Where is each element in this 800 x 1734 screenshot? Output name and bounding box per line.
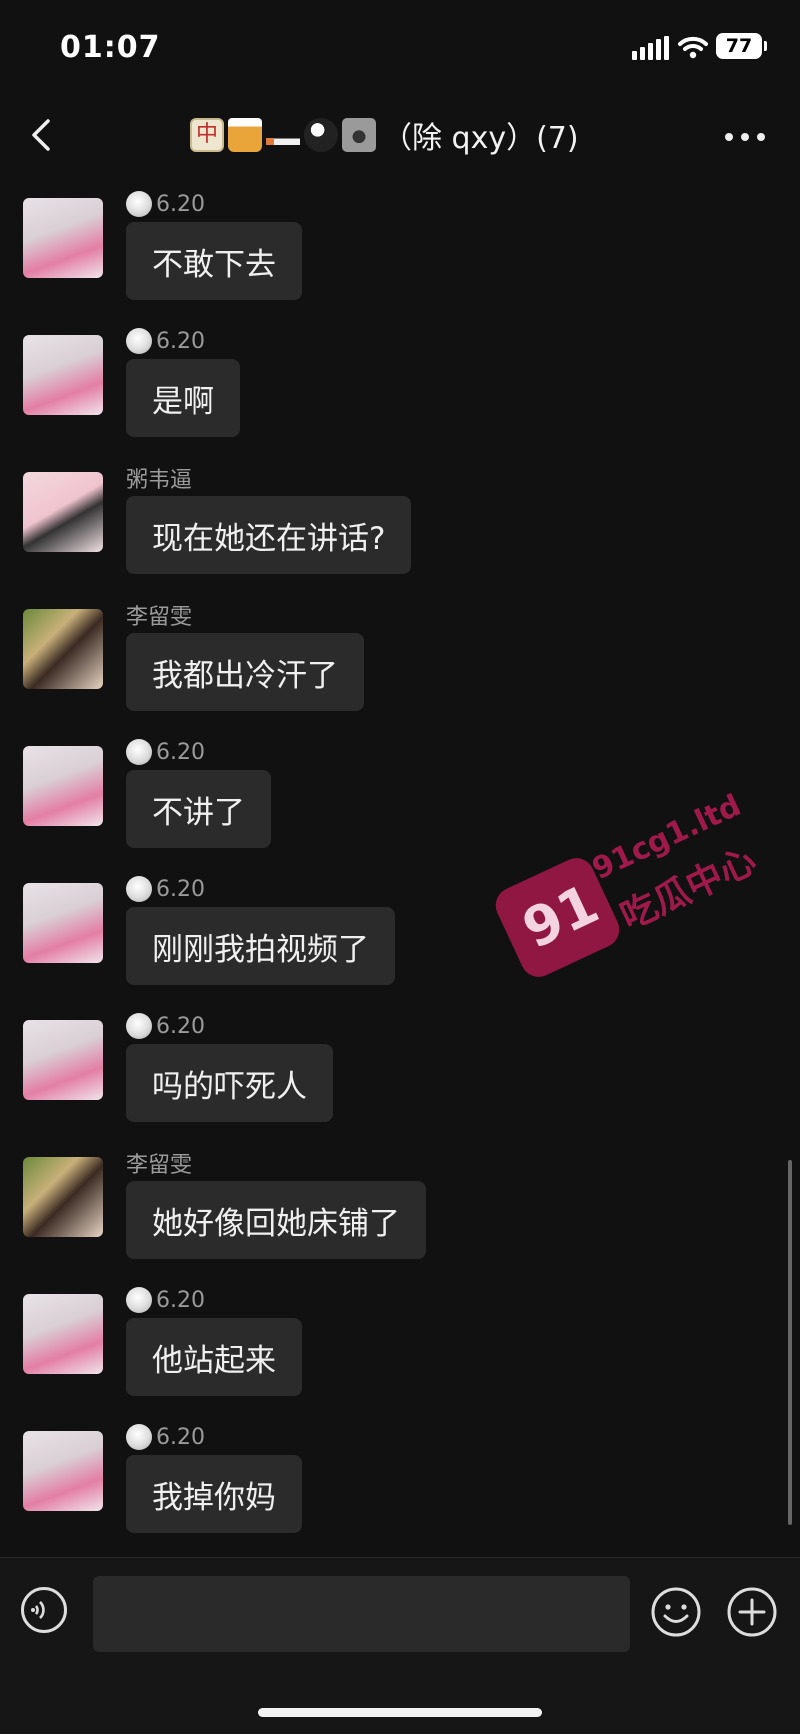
group-title[interactable]: 中 （除 qxy）(7) [190,113,579,157]
message-bubble[interactable]: 是啊 [126,359,240,437]
message-bubble[interactable]: 刚刚我拍视频了 [126,907,395,985]
emoji-icon[interactable] [650,1586,702,1638]
8-ball-icon [304,118,338,152]
add-attachment-icon[interactable] [726,1586,778,1638]
rice-ball-badge-icon [126,191,152,217]
message-bubble[interactable]: 她好像回她床铺了 [126,1181,426,1259]
beer-mug-icon [228,118,262,152]
message-item: 李留雯 她好像回她床铺了 [0,1139,780,1259]
message-bubble[interactable]: 现在她还在讲话? [126,496,412,574]
message-input[interactable] [93,1576,630,1652]
sender-name: 李留雯 [126,605,193,630]
message-item: 6.20 是啊 [0,317,780,437]
message-item: 李留雯 我都出冷汗了 [0,591,780,711]
more-options-icon[interactable] [725,133,765,143]
message-bubble[interactable]: 吗的吓死人 [126,1044,333,1122]
message-item: 6.20 刚刚我拍视频了 [0,865,780,985]
message-bubble[interactable]: 我都出冷汗了 [126,633,364,711]
scrollbar[interactable] [788,1160,792,1525]
sender-name: 6.20 [126,327,205,355]
message-list[interactable]: 6.20 不敢下去 6.20 是啊 粥韦逼 现在她还在讲话? 李留雯 我都出冷汗… [0,180,800,1555]
input-bar [0,1557,800,1734]
message-item: 6.20 吗的吓死人 [0,1002,780,1122]
wifi-icon [678,36,708,59]
sender-name: 粥韦逼 [126,468,193,493]
message-bubble[interactable]: 我掉你妈 [126,1455,302,1533]
sender-name: 李留雯 [126,1153,193,1178]
mahjong-tile-icon: 中 [190,118,224,152]
sender-name: 6.20 [126,875,205,903]
rice-ball-badge-icon [126,328,152,354]
message-item: 6.20 我掉你妈 [0,1413,780,1533]
camera-icon [342,118,376,152]
avatar[interactable] [23,472,103,552]
cigarette-icon [266,118,300,152]
rice-ball-badge-icon [126,1287,152,1313]
rice-ball-badge-icon [126,1424,152,1450]
message-bubble[interactable]: 他站起来 [126,1318,302,1396]
chat-header: 中 （除 qxy）(7) [0,95,800,175]
group-title-text: （除 qxy）(7) [382,121,579,156]
avatar[interactable] [23,1294,103,1374]
message-bubble[interactable]: 不讲了 [126,770,271,848]
avatar[interactable] [23,1431,103,1511]
status-bar: 01:07 77 [0,0,800,90]
message-item: 6.20 不敢下去 [0,180,780,300]
message-bubble[interactable]: 不敢下去 [126,222,302,300]
back-arrow-icon[interactable] [22,113,62,157]
message-item: 粥韦逼 现在她还在讲话? [0,454,780,574]
cellular-signal-icon [632,36,669,60]
avatar[interactable] [23,609,103,689]
sender-name: 6.20 [126,1423,205,1451]
avatar[interactable] [23,746,103,826]
avatar[interactable] [23,198,103,278]
rice-ball-badge-icon [126,1013,152,1039]
home-indicator[interactable] [258,1708,542,1717]
rice-ball-badge-icon [126,876,152,902]
rice-ball-badge-icon [126,739,152,765]
sender-name: 6.20 [126,1012,205,1040]
status-time: 01:07 [60,30,161,65]
sender-name: 6.20 [126,190,205,218]
avatar[interactable] [23,335,103,415]
avatar[interactable] [23,1020,103,1100]
sender-name: 6.20 [126,738,205,766]
avatar[interactable] [23,1157,103,1237]
avatar[interactable] [23,883,103,963]
sender-name: 6.20 [126,1286,205,1314]
message-item: 6.20 他站起来 [0,1276,780,1396]
battery-tip [764,41,767,51]
voice-input-icon[interactable] [20,1586,68,1634]
message-item: 6.20 不讲了 [0,728,780,848]
battery-icon: 77 [716,33,762,59]
